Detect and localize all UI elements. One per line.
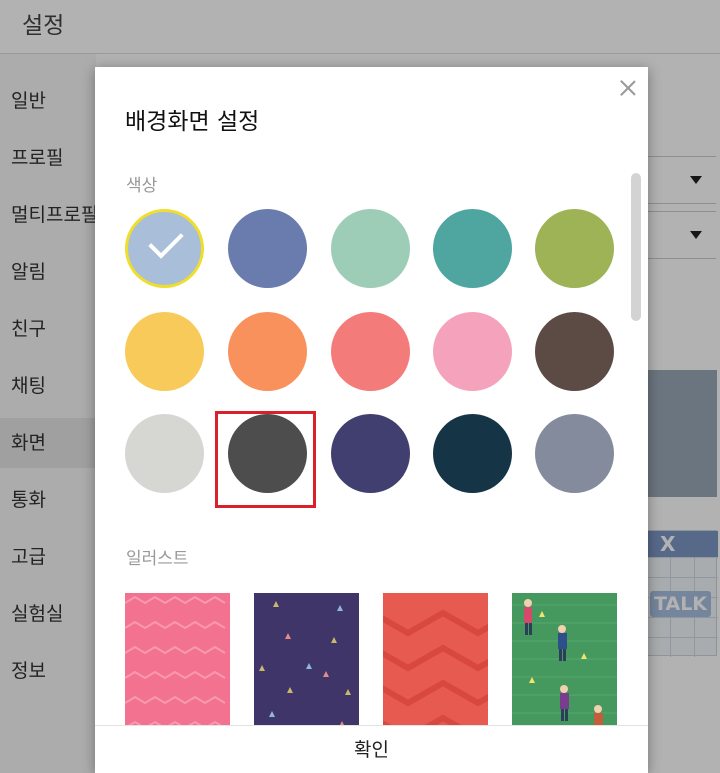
wallpaper-settings-dialog: 배경화면 설정 색상 일러스트 확인 bbox=[95, 67, 648, 773]
dialog-footer: 확인 bbox=[95, 725, 648, 773]
illustration-coral-chevron[interactable] bbox=[383, 593, 488, 725]
color-swatch[interactable] bbox=[331, 414, 410, 493]
dialog-scroll-area[interactable]: 색상 일러스트 bbox=[95, 157, 648, 725]
color-swatch[interactable] bbox=[228, 209, 307, 288]
color-swatch[interactable] bbox=[433, 312, 512, 391]
close-icon[interactable] bbox=[617, 77, 639, 99]
color-swatch[interactable] bbox=[125, 414, 204, 493]
illustration-purple-confetti[interactable] bbox=[254, 593, 359, 725]
color-swatch[interactable] bbox=[125, 312, 204, 391]
confirm-button[interactable]: 확인 bbox=[95, 726, 648, 773]
color-swatch[interactable] bbox=[535, 414, 614, 493]
checkmark-icon bbox=[148, 223, 184, 259]
color-swatch-selected[interactable] bbox=[125, 209, 204, 288]
color-swatch[interactable] bbox=[433, 209, 512, 288]
highlight-box bbox=[215, 411, 316, 508]
illustration-pink-pattern[interactable] bbox=[125, 593, 230, 725]
color-swatch[interactable] bbox=[535, 312, 614, 391]
color-section-label: 색상 bbox=[126, 176, 158, 196]
dialog-title: 배경화면 설정 bbox=[125, 109, 260, 135]
illustration-green-people[interactable] bbox=[512, 593, 617, 725]
color-swatch[interactable] bbox=[331, 209, 410, 288]
color-swatch[interactable] bbox=[228, 312, 307, 391]
scrollbar-thumb[interactable] bbox=[631, 173, 641, 321]
color-swatch[interactable] bbox=[433, 414, 512, 493]
illustration-section-label: 일러스트 bbox=[126, 549, 189, 569]
color-swatch[interactable] bbox=[331, 312, 410, 391]
color-swatch[interactable] bbox=[535, 209, 614, 288]
